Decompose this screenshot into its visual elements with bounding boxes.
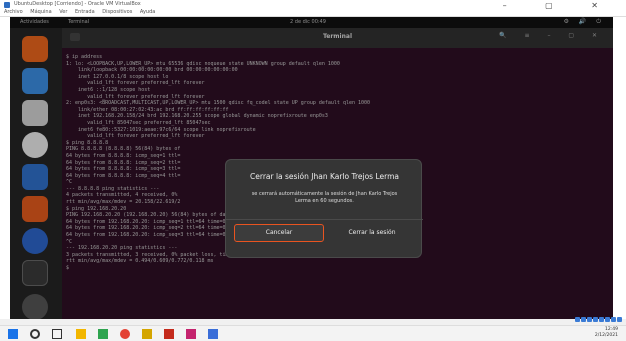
- windows-taskbar: 12:49 2/12/2021: [0, 325, 626, 341]
- virtualbox-taskbar-icon[interactable]: [208, 329, 218, 339]
- chrome-icon[interactable]: [120, 329, 130, 339]
- windows-start-icon[interactable]: [8, 329, 18, 339]
- guest-screen: Actividades Terminal 2 de dic 00:49 ⚙ 🔊 …: [10, 17, 613, 319]
- virtualbox-menubar: Archivo Máquina Ver Entrada Dispositivos…: [4, 9, 161, 15]
- virtualbox-icon: [4, 2, 10, 8]
- menu-entrada[interactable]: Entrada: [75, 9, 95, 15]
- vm-status-icons[interactable]: [575, 317, 622, 323]
- dialog-message: se cerrará automáticamente la sesión de …: [251, 191, 398, 204]
- menu-ayuda[interactable]: Ayuda: [140, 9, 155, 15]
- file-explorer-icon[interactable]: [76, 329, 86, 339]
- taskbar-date: 2/12/2021: [594, 333, 618, 338]
- logout-dialog: Cerrar la sesión Jhan Karlo Trejos Lerma…: [225, 159, 423, 258]
- taskbar-clock[interactable]: 12:49 2/12/2021: [595, 327, 618, 339]
- menu-ver[interactable]: Ver: [59, 9, 67, 15]
- app-icon[interactable]: [142, 329, 152, 339]
- menu-maquina[interactable]: Máquina: [30, 9, 51, 15]
- window-controls[interactable]: – ▢ ✕: [503, 1, 616, 10]
- task-view-icon[interactable]: [52, 329, 62, 339]
- pdf-icon[interactable]: [164, 329, 174, 339]
- menu-archivo[interactable]: Archivo: [4, 9, 23, 15]
- media-icon[interactable]: [186, 329, 196, 339]
- menu-dispositivos[interactable]: Dispositivos: [102, 9, 132, 15]
- network-app-icon[interactable]: [98, 329, 108, 339]
- dialog-title: Cerrar la sesión Jhan Karlo Trejos Lerma: [250, 172, 399, 181]
- cancel-button[interactable]: Cancelar: [234, 224, 324, 242]
- dialog-divider: [226, 219, 423, 220]
- virtualbox-titlebar: UbuntuDesktop [Corriendo] - Oracle VM Vi…: [0, 0, 626, 17]
- search-icon[interactable]: [30, 329, 40, 339]
- window-title: UbuntuDesktop [Corriendo] - Oracle VM Vi…: [14, 1, 141, 7]
- logout-button[interactable]: Cerrar la sesión: [328, 224, 416, 242]
